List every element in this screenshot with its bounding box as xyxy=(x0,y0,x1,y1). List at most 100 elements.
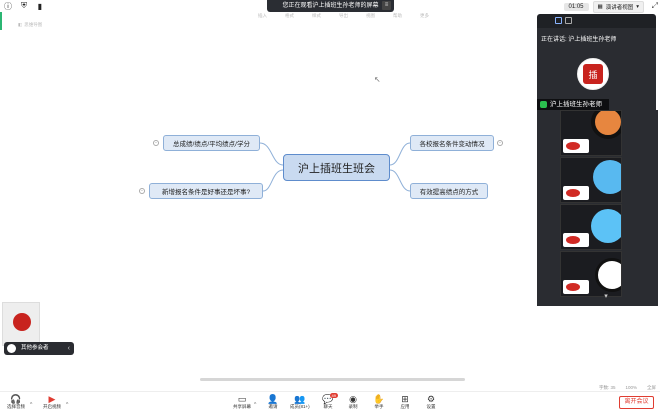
top-bar: ⓘ ⛨ ▮ 您正在观看沪上插班生孙老师的屏幕 ≡ 01:05 ▦ 演讲者视图 ▾… xyxy=(0,0,660,13)
participant-thumbnail[interactable] xyxy=(560,110,622,156)
signal-icon: ▮ xyxy=(37,1,43,11)
connector-line xyxy=(389,142,411,166)
collapse-toggle-icon[interactable]: − xyxy=(497,140,503,146)
participant-thumbnails[interactable] xyxy=(537,110,658,306)
doc-tab-label: 思维导图 xyxy=(24,22,43,27)
audio-chevron-icon[interactable]: ^ xyxy=(30,402,32,408)
members-icon: 👥 xyxy=(294,394,306,404)
share-screen-icon: ▭ xyxy=(237,394,247,404)
speaker-name: 沪上插班生孙老师 xyxy=(550,101,602,108)
speaking-label: 正在讲话: 沪上插班生孙老师 xyxy=(541,37,617,43)
members-button[interactable]: 👥 成员(81+) xyxy=(290,394,310,410)
doc-toolbar-item: 视图 xyxy=(366,13,375,18)
chat-label: 聊天 xyxy=(323,404,333,409)
top-right-controls: 01:05 ▦ 演讲者视图 ▾ xyxy=(563,1,644,13)
floating-mini-video[interactable] xyxy=(2,302,40,346)
mini-video-bar[interactable]: 其他参会者 ‹ xyxy=(4,342,74,355)
participant-thumbnail[interactable] xyxy=(560,157,622,203)
collapse-toggle-icon[interactable]: − xyxy=(153,140,159,146)
participant-avatar xyxy=(591,111,621,139)
members-label: 成员(81+) xyxy=(290,404,310,409)
participant-avatar xyxy=(595,258,621,292)
doc-tab: ◧ 思维导图 xyxy=(18,22,42,28)
chevron-down-icon: ▾ xyxy=(636,4,639,10)
speaker-name-bar: 沪上插班生孙老师 xyxy=(537,99,609,110)
participant-avatar xyxy=(591,209,621,243)
grid-icon: ▦ xyxy=(597,4,603,10)
collapse-toggle-icon[interactable]: − xyxy=(139,188,145,194)
shield-icon[interactable]: ⛨ xyxy=(19,1,29,11)
doc-toolbar-item: 插入 xyxy=(258,13,267,18)
raise-hand-label: 举手 xyxy=(374,404,384,409)
share-screen-button[interactable]: ▭ 共享屏幕 xyxy=(233,394,251,410)
raise-hand-icon: ✋ xyxy=(373,394,385,404)
audio-label: 选择音频 xyxy=(7,404,25,409)
audio-button[interactable]: 🎧 选择音频 xyxy=(7,394,25,410)
apps-label: 应用 xyxy=(400,404,410,409)
active-speaker-tile[interactable]: 正在讲话: 沪上插班生孙老师 插 沪上插班生孙老师 xyxy=(537,28,656,110)
video-chevron-icon[interactable]: ^ xyxy=(66,402,68,408)
window-accent xyxy=(0,12,2,30)
record-label: 录制 xyxy=(348,404,358,409)
apps-button[interactable]: ⊞ 应用 xyxy=(399,394,411,410)
doc-toolbar-item: 更多 xyxy=(420,13,429,18)
video-button[interactable]: ▶ 开启视频 xyxy=(43,394,61,410)
participant-thumbnail[interactable] xyxy=(560,251,622,297)
participant-badge xyxy=(563,280,589,294)
participant-thumbnail[interactable] xyxy=(560,204,622,250)
settings-icon: ⚙ xyxy=(426,394,436,404)
share-banner-text: 您正在观看沪上插班生孙老师的屏幕 xyxy=(282,3,379,9)
mindmap-center-node[interactable]: 沪上插班生班会 xyxy=(283,154,390,181)
mindmap-node-improve-gpa[interactable]: 有效提高绩点的方式 xyxy=(410,183,488,199)
video-label: 开启视频 xyxy=(43,404,61,409)
raise-hand-button[interactable]: ✋ 举手 xyxy=(373,394,385,410)
participant-badge xyxy=(563,186,589,200)
share-banner: 您正在观看沪上插班生孙老师的屏幕 ≡ xyxy=(267,0,394,12)
settings-button[interactable]: ⚙ 设置 xyxy=(425,394,437,410)
connector-line xyxy=(259,142,284,166)
share-label: 共享屏幕 xyxy=(233,404,251,409)
leave-meeting-button[interactable]: 离开会议 xyxy=(619,396,654,409)
video-panel-header xyxy=(537,14,656,28)
record-button[interactable]: ◉ 录制 xyxy=(347,394,359,410)
speaker-avatar: 插 xyxy=(577,58,609,90)
record-icon: ◉ xyxy=(349,394,357,404)
camera-off-icon: ▶ xyxy=(48,394,56,404)
connector-line xyxy=(262,169,284,192)
scroll-down-chevron-icon[interactable]: ▾ xyxy=(601,292,611,302)
gallery-view-icon[interactable] xyxy=(565,17,572,24)
mini-avatar xyxy=(13,313,31,331)
headset-icon: 🎧 xyxy=(10,394,22,404)
doc-toolbar-item: 格式 xyxy=(285,13,294,18)
connector-line xyxy=(389,169,411,192)
view-mode-label: 演讲者视图 xyxy=(605,5,634,11)
mini-avatar-icon xyxy=(7,344,16,353)
mouse-cursor-icon: ↖ xyxy=(374,75,381,84)
speaker-view-icon[interactable] xyxy=(555,17,562,24)
info-icon[interactable]: ⓘ xyxy=(3,1,13,11)
chevron-left-icon[interactable]: ‹ xyxy=(68,342,70,355)
top-status-icons: ⓘ ⛨ ▮ xyxy=(3,1,45,11)
settings-label: 设置 xyxy=(426,404,436,409)
meeting-toolbar: 🎧 选择音频 ^ ▶ 开启视频 ^ ▭ 共享屏幕 ^ 👤 邀请 👥 成员(81+… xyxy=(0,391,660,414)
apps-icon: ⊞ xyxy=(401,394,409,404)
mindmap-node-school-changes[interactable]: 各校报名条件变动情况 xyxy=(410,135,494,151)
mic-on-icon xyxy=(540,101,547,108)
seal-logo: 插 xyxy=(583,64,603,84)
meeting-timer: 01:05 xyxy=(563,3,589,11)
doc-toolbar-item: 导出 xyxy=(339,13,348,18)
shared-doc-toolbar: 插入 格式 样式 导出 视图 帮助 更多 xyxy=(258,13,429,19)
mindmap-node-gpa[interactable]: 总成绩/绩点/平均绩点/学分 xyxy=(163,135,260,151)
chat-button[interactable]: 💬 49 聊天 xyxy=(322,393,338,410)
mini-label: 其他参会者 xyxy=(21,345,49,351)
invite-button[interactable]: 👤 邀请 xyxy=(267,394,279,410)
mindmap-node-new-conditions[interactable]: 新增报名条件是好事还是坏事? xyxy=(149,183,263,199)
horizontal-scrollbar[interactable] xyxy=(200,378,465,381)
doc-tab-icon: ◧ xyxy=(18,22,23,27)
invite-label: 邀请 xyxy=(268,404,278,409)
share-chevron-icon[interactable]: ^ xyxy=(254,402,256,408)
view-mode-button[interactable]: ▦ 演讲者视图 ▾ xyxy=(592,1,644,13)
fullscreen-icon[interactable]: ⤢ xyxy=(652,1,658,11)
banner-menu-icon[interactable]: ≡ xyxy=(382,1,391,10)
participant-badge xyxy=(563,233,589,247)
